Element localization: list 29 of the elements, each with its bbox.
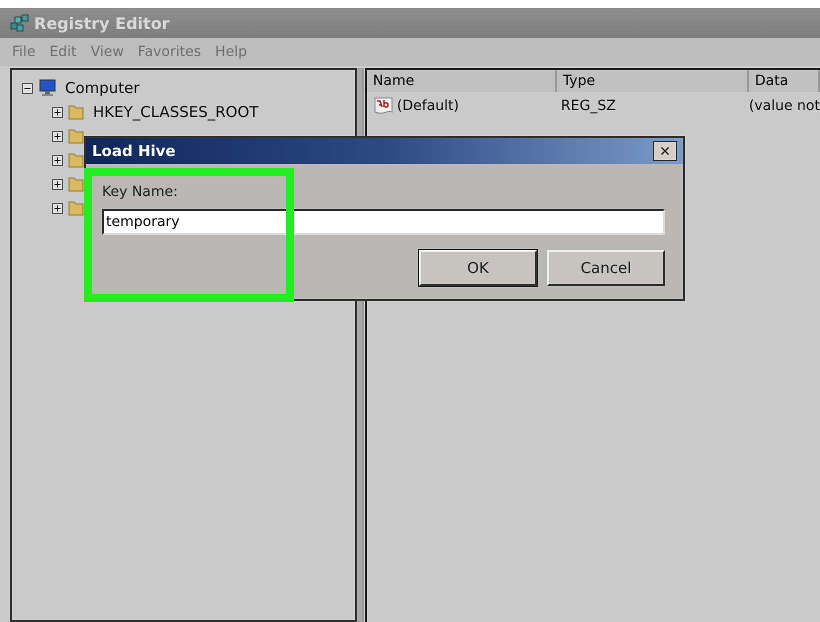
field-label: Key Name:	[102, 184, 179, 200]
tree-item[interactable]: HKEY_CLASSES_ROOT	[93, 103, 258, 121]
table-cell-text: (value not	[748, 98, 820, 114]
expand-icon[interactable]	[52, 106, 63, 118]
column-header[interactable]: Type	[556, 70, 749, 92]
column-header[interactable]: Data	[748, 70, 820, 92]
folder-icon	[67, 103, 85, 121]
window-title: Registry Editor	[34, 14, 170, 32]
close-button[interactable]: ×	[653, 141, 677, 161]
dialog-button[interactable]: OK	[419, 250, 537, 286]
expand-icon[interactable]	[52, 178, 63, 190]
folder-icon	[67, 127, 85, 145]
expand-icon[interactable]	[52, 154, 63, 166]
dialog-button[interactable]: Cancel	[547, 250, 665, 286]
computer-icon	[37, 79, 57, 97]
collapse-icon[interactable]	[22, 82, 33, 94]
folder-icon	[67, 199, 85, 217]
table-cell: (Default)	[396, 98, 459, 114]
input-field[interactable]: temporary	[102, 209, 665, 235]
column-header[interactable]: Name	[366, 70, 557, 92]
table-cell-text: REG_SZ	[560, 98, 617, 114]
dialog-title: Load Hive	[92, 142, 176, 160]
cubes-icon	[10, 14, 30, 32]
folder-icon	[67, 175, 85, 193]
expand-icon[interactable]	[52, 130, 63, 142]
string-value-icon	[372, 96, 395, 116]
folder-icon	[67, 151, 85, 169]
expand-icon[interactable]	[52, 202, 63, 214]
tree-item[interactable]: Computer	[65, 79, 140, 97]
